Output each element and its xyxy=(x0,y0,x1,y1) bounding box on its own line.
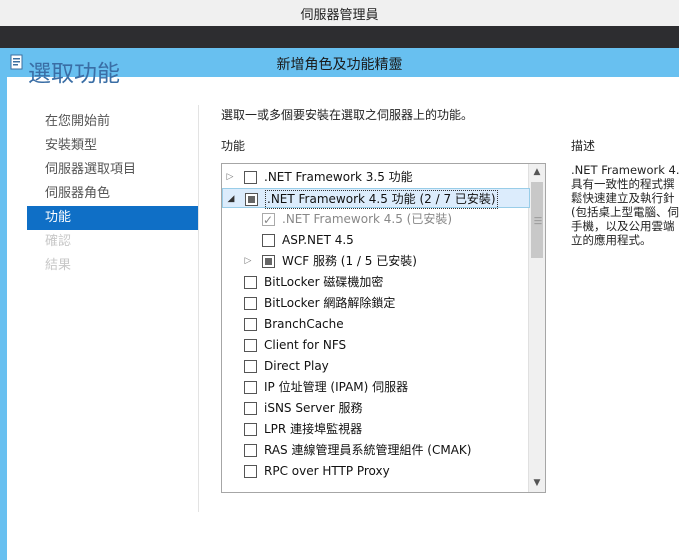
server-manager-titlebar: 伺服器管理員 xyxy=(0,0,679,26)
feature-checkbox[interactable] xyxy=(244,339,257,352)
feature-row[interactable]: BitLocker 磁碟機加密 xyxy=(222,272,530,292)
server-manager-title: 伺服器管理員 xyxy=(300,8,379,23)
feature-row[interactable]: Direct Play xyxy=(222,356,530,376)
feature-checkbox[interactable] xyxy=(244,171,257,184)
feature-label: BranchCache xyxy=(264,317,344,331)
feature-checkbox[interactable] xyxy=(245,193,258,206)
description-line: 鬆快速建立及執行針 xyxy=(571,191,675,205)
feature-label: WCF 服務 (1 / 5 已安裝) xyxy=(282,254,417,268)
feature-label: .NET Framework 4.5 (已安裝) xyxy=(282,212,453,226)
feature-description: .NET Framework 4.5 具有一致性的程式撰 鬆快速建立及執行針 (包括桌… xyxy=(571,163,679,247)
feature-label: Client for NFS xyxy=(264,338,347,352)
description-line: .NET Framework 4.5 xyxy=(571,163,679,177)
feature-row[interactable]: RAS 連線管理員系統管理組件 (CMAK) xyxy=(222,440,530,460)
description-line: 手機，以及公用雲端 xyxy=(571,219,675,233)
feature-label: .NET Framework 3.5 功能 xyxy=(264,170,413,184)
feature-row[interactable]: LPR 連接埠監視器 xyxy=(222,419,530,439)
feature-row[interactable]: RPC over HTTP Proxy xyxy=(222,461,530,481)
expanded-arrow-icon[interactable]: ◢ xyxy=(225,189,237,209)
scroll-thumb[interactable]: — — — xyxy=(531,182,543,258)
nav-item: 結果 xyxy=(45,258,72,273)
feature-checkbox[interactable] xyxy=(244,381,257,394)
feature-label: .NET Framework 4.5 功能 (2 / 7 已安裝) xyxy=(265,190,498,209)
features-column-header: 功能 xyxy=(221,139,246,153)
feature-row[interactable]: ▷ .NET Framework 3.5 功能 xyxy=(222,167,530,187)
feature-checkbox[interactable] xyxy=(244,297,257,310)
feature-row[interactable]: IP 位址管理 (IPAM) 伺服器 xyxy=(222,377,530,397)
instruction-text: 選取一或多個要安裝在選取之伺服器上的功能。 xyxy=(221,108,474,122)
feature-checkbox xyxy=(262,210,275,230)
scroll-down-icon[interactable]: ▼ xyxy=(529,475,545,492)
scroll-up-icon[interactable]: ▲ xyxy=(529,164,545,181)
description-line: 立的應用程式。 xyxy=(571,233,652,247)
description-line: (包括桌上型電腦、伺 xyxy=(571,205,679,219)
nav-item[interactable]: 功能 xyxy=(27,206,198,230)
feature-checkbox[interactable] xyxy=(262,234,275,247)
feature-label: ASP.NET 4.5 xyxy=(282,233,354,247)
feature-row[interactable]: BranchCache xyxy=(222,314,530,334)
feature-row[interactable]: ◢ .NET Framework 4.5 功能 (2 / 7 已安裝) xyxy=(222,188,530,209)
features-scrollbar[interactable]: ▲ — — — ▼ xyxy=(528,164,545,492)
nav-item[interactable]: 伺服器角色 xyxy=(27,182,198,206)
feature-label: BitLocker 網路解除鎖定 xyxy=(264,296,396,310)
feature-checkbox[interactable] xyxy=(244,423,257,436)
feature-label: LPR 連接埠監視器 xyxy=(264,422,363,436)
nav-item[interactable]: 在您開始前 xyxy=(27,110,198,134)
feature-row[interactable]: ▷ WCF 服務 (1 / 5 已安裝) xyxy=(222,251,530,271)
feature-row[interactable]: iSNS Server 服務 xyxy=(222,398,530,418)
wizard-step-nav: 在您開始前 安裝類型 伺服器選取項目 伺服器角色 功能確認結果 xyxy=(27,110,198,278)
feature-row[interactable]: .NET Framework 4.5 (已安裝) xyxy=(222,209,530,230)
feature-checkbox[interactable] xyxy=(244,360,257,373)
feature-row[interactable]: ASP.NET 4.5 xyxy=(222,230,530,250)
server-manager-toolbar xyxy=(0,26,679,48)
feature-checkbox[interactable] xyxy=(244,444,257,457)
feature-checkbox[interactable] xyxy=(262,255,275,268)
feature-row[interactable]: Client for NFS xyxy=(222,335,530,355)
description-line: 具有一致性的程式撰 xyxy=(571,177,675,191)
feature-label: BitLocker 磁碟機加密 xyxy=(264,275,384,289)
page-title: 選取功能 xyxy=(28,61,120,87)
nav-divider xyxy=(198,105,199,512)
feature-label: IP 位址管理 (IPAM) 伺服器 xyxy=(264,380,409,394)
nav-item[interactable]: 安裝類型 xyxy=(27,134,198,158)
nav-item: 確認 xyxy=(45,234,72,249)
wizard-left-border xyxy=(0,77,7,560)
feature-label: Direct Play xyxy=(264,359,329,373)
grip-icon: — — — xyxy=(534,213,542,228)
feature-label: RPC over HTTP Proxy xyxy=(264,464,390,478)
feature-label: iSNS Server 服務 xyxy=(264,401,363,415)
collapsed-arrow-icon[interactable]: ▷ xyxy=(224,167,236,187)
feature-checkbox[interactable] xyxy=(244,402,257,415)
feature-row[interactable]: BitLocker 網路解除鎖定 xyxy=(222,293,530,313)
collapsed-arrow-icon[interactable]: ▷ xyxy=(242,251,254,271)
feature-checkbox[interactable] xyxy=(244,276,257,289)
description-column-header: 描述 xyxy=(571,139,596,153)
nav-item[interactable]: 伺服器選取項目 xyxy=(27,158,198,182)
feature-checkbox[interactable] xyxy=(244,465,257,478)
feature-checkbox[interactable] xyxy=(244,318,257,331)
feature-label: RAS 連線管理員系統管理組件 (CMAK) xyxy=(264,443,472,457)
features-list[interactable]: ▲ — — — ▼ ▷ .NET Framework 3.5 功能 ◢ .NET Fram… xyxy=(221,163,546,493)
